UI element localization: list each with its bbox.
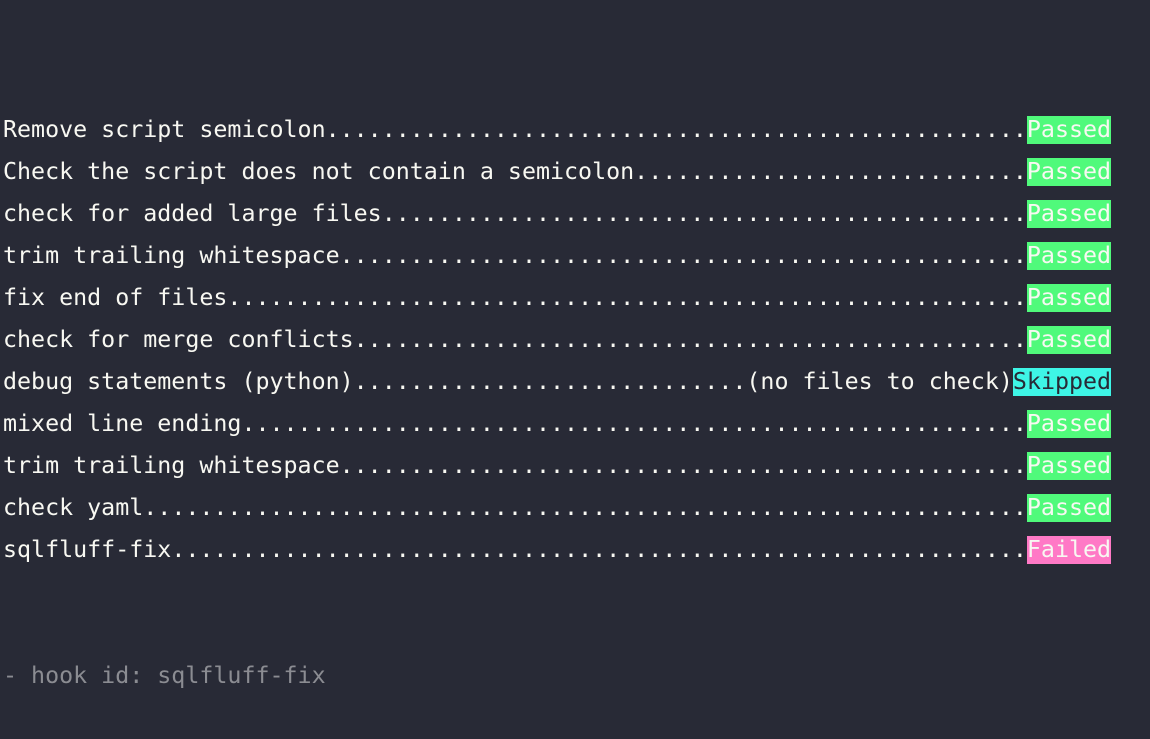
dot-leader: ........................................… [241,410,1027,437]
status-badge-passed: Passed [1026,494,1112,522]
hook-result-row: Remove script semicolon.................… [3,109,1112,151]
hook-result-row: sqlfluff-fix............................… [3,529,1112,571]
hook-id-line: - hook id: sqlfluff-fix [3,655,1111,697]
hook-results: Remove script semicolon.................… [3,109,1112,571]
dot-leader: ............................ [353,368,747,395]
dot-leader: ............................ [634,158,1027,185]
hook-result-row: check for added large files.............… [3,193,1112,235]
hook-result-row: debug statements (python)...............… [3,361,1112,403]
dot-leader: ........................................… [143,494,1027,521]
hook-name: Check the script does not contain a semi… [3,158,635,185]
status-badge-passed: Passed [1026,242,1112,270]
hook-name: fix end of files [3,284,228,311]
status-badge-passed: Passed [1026,158,1112,186]
hook-note: (no files to check) [746,368,1013,395]
hook-name: Remove script semicolon [3,116,326,143]
hook-result-row: trim trailing whitespace................… [3,235,1112,277]
hook-name: check yaml [3,494,144,521]
hook-result-row: trim trailing whitespace................… [3,445,1112,487]
hook-name: trim trailing whitespace [3,452,340,479]
hook-name: debug statements (python) [3,368,354,395]
status-badge-passed: Passed [1026,410,1112,438]
dot-leader: ........................................… [325,116,1027,143]
hook-name: sqlfluff-fix [3,536,172,563]
terminal-output: Remove script semicolon.................… [3,25,1112,739]
dot-leader: ........................................… [339,242,1027,269]
hook-result-row: fix end of files........................… [3,277,1112,319]
status-badge-skipped: Skipped [1012,368,1112,396]
dot-leader: ........................................… [171,536,1027,563]
hook-name: mixed line ending [3,410,242,437]
hook-name: trim trailing whitespace [3,242,340,269]
status-badge-failed: Failed [1026,536,1112,564]
status-badge-passed: Passed [1026,116,1112,144]
hook-result-row: mixed line ending.......................… [3,403,1112,445]
hook-result-row: check yaml..............................… [3,487,1112,529]
dot-leader: ........................................… [353,326,1027,353]
status-badge-passed: Passed [1026,326,1112,354]
hook-name: check for merge conflicts [3,326,354,353]
hook-name: check for added large files [3,200,382,227]
dot-leader: ........................................… [381,200,1027,227]
status-badge-passed: Passed [1026,452,1112,480]
hook-id-text: - hook id: sqlfluff-fix [3,662,326,689]
status-badge-passed: Passed [1026,200,1112,228]
dot-leader: ........................................… [227,284,1027,311]
dot-leader: ........................................… [339,452,1027,479]
hook-result-row: check for merge conflicts...............… [3,319,1112,361]
hook-result-row: Check the script does not contain a semi… [3,151,1112,193]
status-badge-passed: Passed [1026,284,1112,312]
